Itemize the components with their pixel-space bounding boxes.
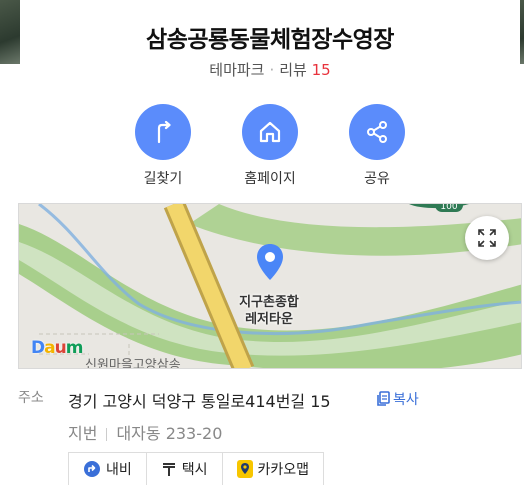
directions-label: 길찾기 xyxy=(143,171,183,187)
share-icon xyxy=(349,104,405,160)
taxi-icon xyxy=(162,463,175,476)
directions-button[interactable]: 길찾기 xyxy=(128,104,198,188)
place-title: 삼송공룡동물체험장수영장 xyxy=(146,27,394,53)
map-area-label: 신원마을고양삼송 xyxy=(85,358,181,369)
road-badge: 100 xyxy=(440,204,457,212)
copy-address-button[interactable]: 복사 xyxy=(376,389,419,409)
address-label: 주소 xyxy=(18,390,44,406)
share-label: 공유 xyxy=(364,171,390,187)
kakaomap-label: 카카오맵 xyxy=(257,462,310,478)
place-category: 테마파크 xyxy=(209,61,265,79)
map-background: 100 xyxy=(19,204,521,368)
daum-logo-letter: a xyxy=(44,338,56,358)
taxi-label: 택시 xyxy=(181,462,208,478)
navigation-buttons: 내비 택시 카카오맵 xyxy=(68,452,325,485)
separator-dot: · xyxy=(269,61,275,79)
jibun-address-row: 지번 대자동 233-20 xyxy=(68,420,222,444)
expand-map-button[interactable] xyxy=(465,216,509,260)
poi-line-1: 지구촌종합 xyxy=(239,295,299,310)
copy-label: 복사 xyxy=(393,392,419,408)
place-subline: 테마파크 · 리뷰 15 xyxy=(0,59,524,80)
map-view[interactable]: 100 지구촌종합 레저타운 Daum 신원마을고양삼송 xyxy=(18,203,522,369)
homepage-button[interactable]: 홈페이지 xyxy=(235,104,305,188)
review-link[interactable]: 리뷰 15 xyxy=(279,61,330,79)
action-bar: 길찾기 홈페이지 공유 xyxy=(0,104,524,187)
navi-button[interactable]: 내비 xyxy=(68,452,147,485)
navi-icon xyxy=(84,461,100,477)
homepage-label: 홈페이지 xyxy=(244,171,296,187)
daum-logo: Daum xyxy=(31,338,84,358)
poi-label[interactable]: 지구촌종합 레저타운 xyxy=(234,294,304,328)
kakaomap-icon xyxy=(236,460,253,478)
navi-label: 내비 xyxy=(106,462,132,478)
jibun-label: 지번 xyxy=(68,424,98,443)
expand-icon xyxy=(478,229,496,247)
location-pin-icon[interactable] xyxy=(255,242,285,286)
share-button[interactable]: 공유 xyxy=(342,104,412,188)
copy-icon xyxy=(377,391,390,406)
directions-icon xyxy=(135,104,191,160)
home-icon xyxy=(242,104,298,160)
jibun-address: 대자동 233-20 xyxy=(116,424,223,443)
kakaomap-button[interactable]: 카카오맵 xyxy=(222,452,325,485)
review-label: 리뷰 xyxy=(279,61,307,79)
road-address: 경기 고양시 덕양구 통일로414번길 15 xyxy=(68,392,331,411)
review-count: 15 xyxy=(311,61,331,79)
daum-logo-letter: D xyxy=(31,338,45,358)
divider xyxy=(106,428,108,441)
poi-line-2: 레저타운 xyxy=(245,312,293,327)
daum-logo-letter: u xyxy=(54,338,67,358)
daum-logo-letter: m xyxy=(65,338,84,358)
taxi-button[interactable]: 택시 xyxy=(146,452,223,485)
